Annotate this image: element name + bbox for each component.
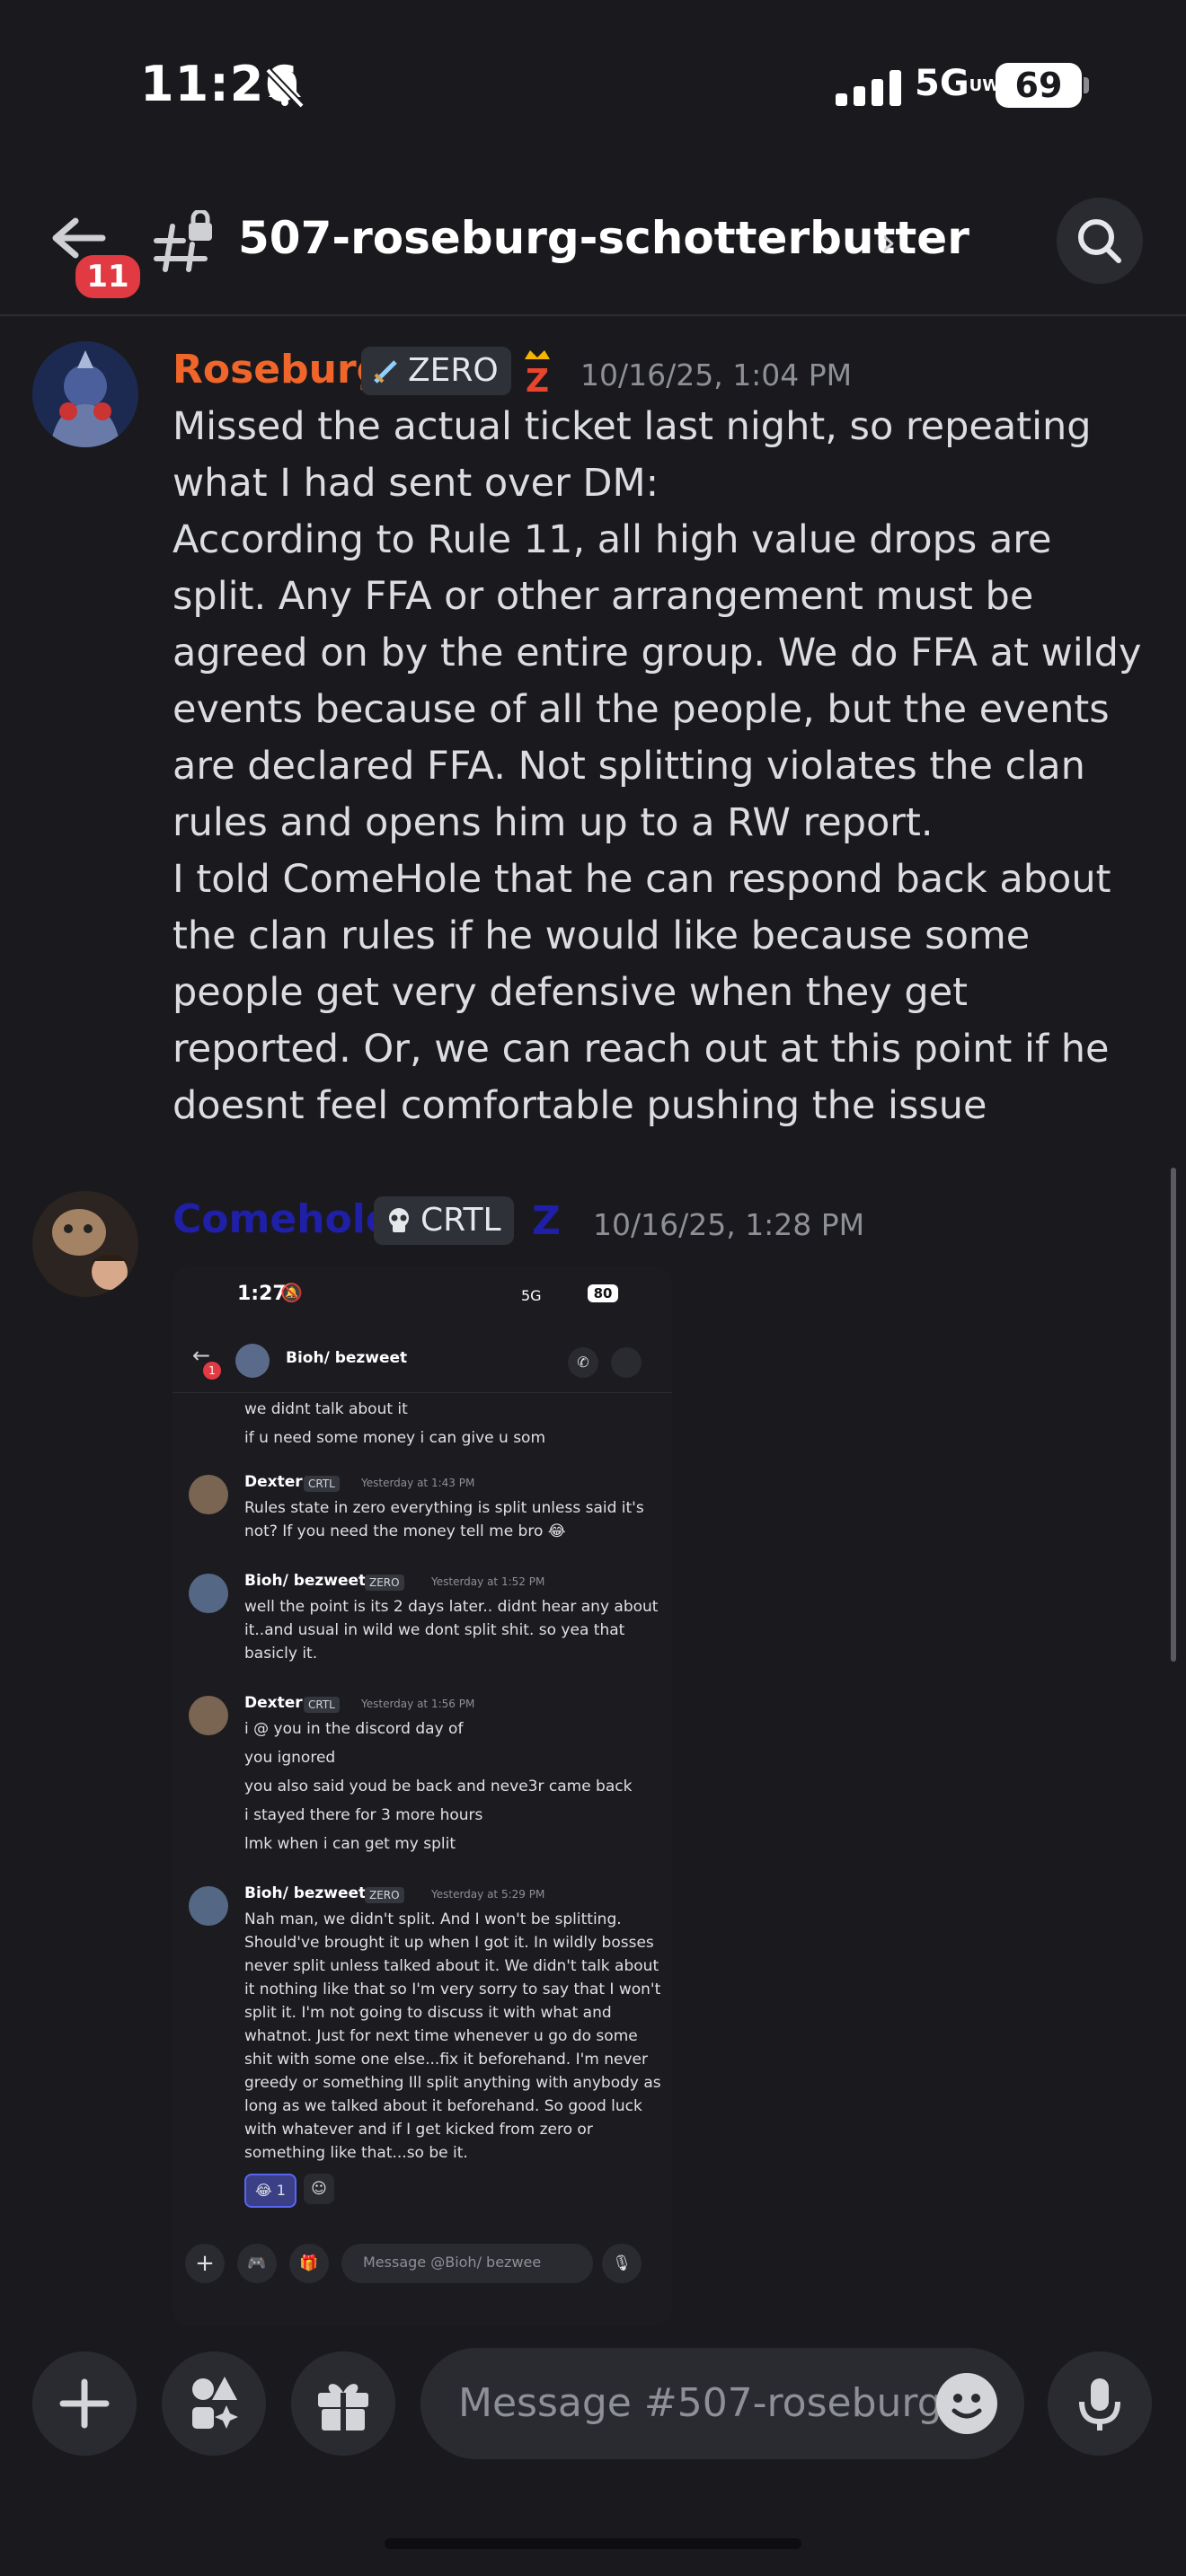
shot-author: Bioh/ bezweet — [244, 1572, 367, 1590]
shot-line: Rules state in zero everything is split … — [244, 1499, 644, 1517]
shot-divider — [173, 1392, 672, 1393]
shot-reaction: 😂 1 — [244, 2174, 296, 2208]
home-indicator — [385, 2538, 801, 2549]
header-divider — [0, 314, 1186, 316]
battery-level: 69 — [996, 63, 1082, 108]
shot-bell-icon: 🔕 — [280, 1282, 303, 1303]
message-input-placeholder: Message #507-roseburg.. — [458, 2380, 968, 2426]
shot-line: whatnot. Just for next time whenever u g… — [244, 2027, 638, 2045]
shot-author: Dexter — [244, 1473, 303, 1491]
crown-badge-icon: Z — [519, 347, 555, 400]
shot-line: basicly it. — [244, 1645, 318, 1663]
shot-time: Yesterday at 1:52 PM — [431, 1575, 545, 1588]
message-timestamp: 10/16/25, 1:04 PM — [580, 357, 853, 393]
role-tag: ZERO — [361, 347, 511, 395]
shot-line: Should've brought it up when I got it. I… — [244, 1934, 654, 1952]
emoji-icon[interactable] — [936, 2373, 997, 2434]
shot-tag: ZERO — [365, 1575, 404, 1591]
shot-line: well the point is its 2 days later.. did… — [244, 1598, 659, 1616]
channel-title[interactable]: 507-roseburg-schotterbutter — [238, 212, 969, 264]
shot-tag: CRTL — [304, 1697, 340, 1713]
shot-gift-icon: 🎁 — [289, 2244, 329, 2283]
shot-time: Yesterday at 5:29 PM — [431, 1888, 545, 1901]
unread-badge: 11 — [72, 251, 144, 302]
gift-button[interactable] — [291, 2351, 395, 2456]
scrollbar[interactable] — [1171, 1168, 1176, 1662]
shot-battery: 80 — [588, 1284, 618, 1302]
role-tag: CRTL — [374, 1196, 514, 1245]
network-type: 5GUW — [915, 63, 1001, 104]
shot-avatar — [189, 1696, 228, 1735]
shot-input-placeholder: Message @Bioh/ bezwee — [363, 2254, 542, 2271]
shot-line: split it. I'm not going to discuss it wi… — [244, 2004, 612, 2022]
shot-line: we didnt talk about it — [244, 1400, 408, 1418]
chevron-right-icon[interactable]: › — [881, 219, 897, 265]
shot-line: it nothing like that so I'm very sorry t… — [244, 1981, 661, 1998]
shot-line: greedy or something Ill split anything w… — [244, 2074, 661, 2092]
shot-line: never split unless talked about it. We d… — [244, 1957, 659, 1975]
shot-author: Bioh/ bezweet — [244, 1884, 367, 1902]
message-author[interactable]: Comehole — [173, 1196, 393, 1242]
shot-line: long as we talked about it beforehand. S… — [244, 2097, 642, 2115]
shot-line: if u need some money i can give u som — [244, 1429, 546, 1447]
shot-line: not? If you need the money tell me bro 😂 — [244, 1522, 566, 1540]
message-body: Missed the actual ticket last night, so … — [173, 399, 1152, 1134]
shot-author: Dexter — [244, 1694, 303, 1712]
apps-icon — [192, 2377, 238, 2429]
gift-icon — [318, 2384, 368, 2430]
battery-cap — [1084, 77, 1089, 93]
shot-line: with whatever and if I get kicked from z… — [244, 2121, 593, 2139]
voice-button[interactable] — [1048, 2351, 1152, 2456]
shot-video-icon — [611, 1347, 642, 1378]
sword-icon — [374, 360, 397, 384]
shot-tag: CRTL — [304, 1476, 340, 1492]
shot-line: i @ you in the discord day of — [244, 1720, 464, 1738]
shot-line: you ignored — [244, 1749, 336, 1767]
skull-icon — [389, 1208, 409, 1232]
shot-time: Yesterday at 1:56 PM — [361, 1698, 475, 1710]
shot-line: something like that...so be it. — [244, 2144, 468, 2162]
shot-line: you also said youd be back and neve3r ca… — [244, 1778, 633, 1795]
signal-icon — [836, 70, 901, 106]
plus-button[interactable] — [32, 2351, 137, 2456]
search-icon — [1078, 219, 1121, 263]
shot-dm-name: Bioh/ bezweet — [286, 1349, 408, 1367]
shot-plus-icon: + — [185, 2244, 225, 2283]
shot-line: it..and usual in wild we dont split shit… — [244, 1621, 625, 1639]
plus-icon — [59, 2378, 110, 2429]
message-line: I told ComeHole that he can respond back… — [173, 857, 1111, 1128]
microphone-icon — [1079, 2378, 1120, 2430]
shot-line: lmk when i can get my split — [244, 1835, 456, 1853]
shot-status-time: 1:27 — [237, 1283, 287, 1305]
shot-call-icon: ✆ — [568, 1347, 598, 1378]
shot-network: 5G — [521, 1287, 542, 1304]
avatar[interactable] — [32, 1191, 138, 1297]
message-timestamp: 10/16/25, 1:28 PM — [593, 1207, 865, 1242]
apps-button[interactable] — [162, 2351, 266, 2456]
message-line: Missed the actual ticket last night, so … — [173, 404, 1092, 506]
shot-time: Yesterday at 1:43 PM — [361, 1477, 475, 1489]
image-attachment[interactable]: 1:27 🔕 5G 80 ← 1 Bioh/ bezweet ✆ we didn… — [173, 1266, 672, 2326]
avatar[interactable] — [32, 341, 138, 447]
shot-mic-icon: 🎙 — [602, 2244, 642, 2283]
shot-add-reaction-icon: ☺ — [304, 2174, 334, 2204]
shot-avatar — [189, 1574, 228, 1613]
svg-text:Z: Z — [526, 363, 549, 397]
shot-unread: 1 — [203, 1362, 221, 1380]
bell-slash-icon — [262, 65, 307, 113]
shot-line: Nah man, we didn't split. And I won't be… — [244, 1910, 622, 1928]
shot-tag: ZERO — [365, 1887, 404, 1903]
message-author[interactable]: Roseburg — [173, 347, 385, 393]
shot-avatar — [189, 1475, 228, 1514]
hashtag-lock-icon — [153, 208, 217, 278]
shot-dm-avatar — [235, 1344, 270, 1378]
message-line: According to Rule 11, all high value dro… — [173, 517, 1142, 845]
shot-avatar — [189, 1886, 228, 1926]
clan-badge: Z — [532, 1198, 561, 1244]
shot-line: shit with some one else...fix it beforeh… — [244, 2051, 648, 2069]
shot-line: i stayed there for 3 more hours — [244, 1806, 483, 1824]
search-button[interactable] — [1057, 198, 1143, 284]
shot-game-icon: 🎮 — [237, 2244, 277, 2283]
